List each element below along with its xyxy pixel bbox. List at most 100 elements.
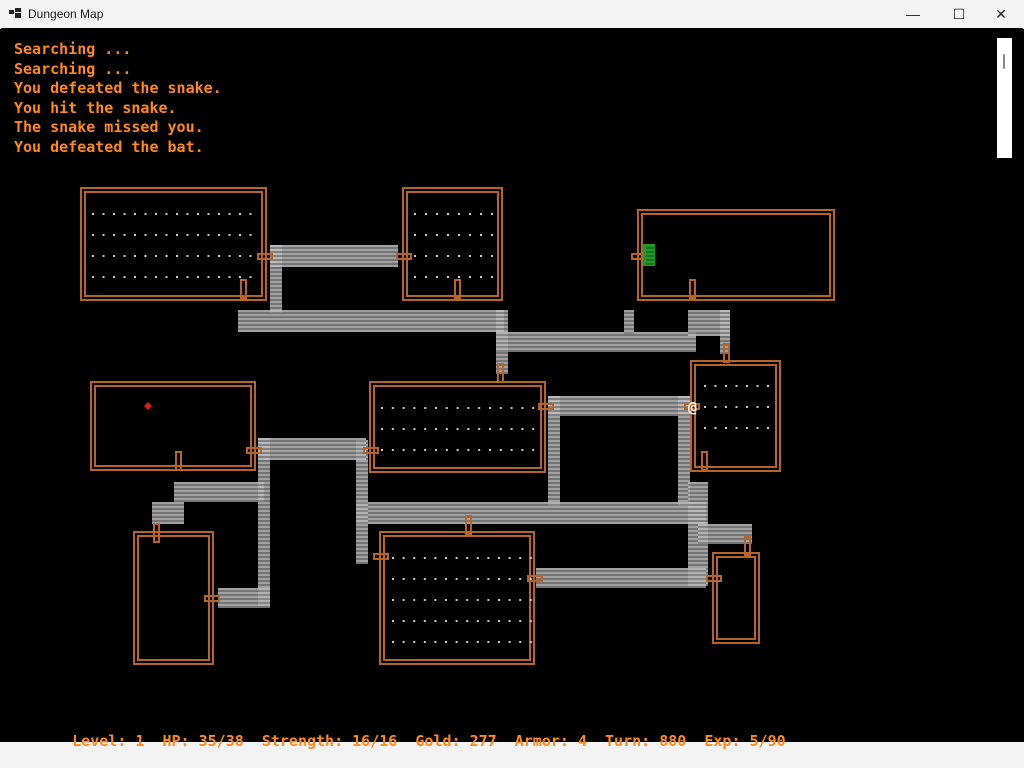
floor-dot (425, 255, 427, 257)
floor-dot (413, 557, 416, 559)
floor-dot (455, 620, 458, 622)
floor-dot (725, 427, 727, 429)
room-wall (641, 213, 831, 297)
gold-value: 277 (469, 732, 497, 750)
floor-dot (413, 599, 416, 601)
floor-dot (381, 407, 383, 409)
floor-dot (519, 620, 522, 622)
turn-value: 880 (659, 732, 687, 750)
room-wall (137, 535, 210, 661)
floor-dot (498, 578, 500, 580)
floor-dot (92, 276, 94, 278)
floor-dot (455, 599, 458, 601)
floor-dot (521, 449, 524, 451)
floor-dot (480, 276, 482, 278)
floor-dot (186, 255, 189, 257)
app-window-icon (9, 8, 21, 18)
floor-dot (476, 620, 479, 622)
floor-dot (424, 449, 427, 451)
floor-dot (165, 255, 168, 257)
floor-dot (92, 234, 94, 236)
floor-dot (186, 213, 189, 215)
floor-dot (425, 276, 427, 278)
floor-dot (113, 255, 115, 257)
maximize-button[interactable]: ☐ (936, 0, 982, 28)
floor-dot (218, 276, 220, 278)
turn-label: Turn: (605, 732, 651, 750)
game-window: Dungeon Map — ☐ ✕ Searching ... Searchin… (0, 0, 1024, 750)
status-bar: Level: 1 HP: 35/38 Strength: 16/16 Gold:… (18, 714, 785, 768)
floor-dot (447, 255, 449, 257)
floor-dot (414, 255, 416, 257)
floor-dot (466, 599, 469, 601)
floor-dot (414, 213, 416, 215)
floor-dot (249, 213, 252, 215)
floor-dot (467, 428, 470, 430)
floor-dot (498, 641, 500, 643)
floor-dot (445, 641, 447, 643)
floor-dot (413, 407, 416, 409)
floor-dot (491, 276, 493, 278)
minimize-button[interactable]: — (890, 0, 936, 28)
floor-dot (498, 620, 500, 622)
room-wall (133, 531, 214, 665)
hp-value: 35/38 (198, 732, 244, 750)
room-wall (373, 385, 542, 469)
floor-dot (445, 407, 448, 409)
minimize-icon: — (906, 6, 920, 22)
floor-dot (480, 255, 482, 257)
corridor (624, 310, 634, 334)
floor-dot (423, 578, 426, 580)
floor-dot (402, 557, 405, 559)
floor-dot (155, 213, 157, 215)
floor-dot (445, 620, 447, 622)
stairs-icon (643, 244, 655, 266)
floor-dot (414, 276, 416, 278)
floor-dot (508, 599, 511, 601)
floor-dot (767, 385, 769, 387)
room-wall (690, 360, 781, 472)
floor-dot (508, 557, 511, 559)
floor-dot (176, 213, 178, 215)
title-bar[interactable]: Dungeon Map — ☐ ✕ (0, 0, 1024, 29)
room-wall (402, 187, 503, 301)
floor-dot (445, 449, 448, 451)
floor-dot (207, 255, 210, 257)
floor-dot (455, 641, 458, 643)
floor-dot (458, 213, 460, 215)
floor-dot (466, 557, 469, 559)
floor-dot (424, 407, 427, 409)
game-screen[interactable]: Searching ... Searching ... You defeated… (1, 28, 1023, 750)
floor-dot (134, 234, 136, 236)
floor-dot (478, 428, 481, 430)
floor-dot (498, 557, 500, 559)
floor-dot (498, 599, 500, 601)
floor-dot (725, 385, 727, 387)
hp-label: HP: (162, 732, 190, 750)
floor-dot (425, 213, 427, 215)
maximize-icon: ☐ (952, 5, 966, 22)
floor-dot (92, 255, 94, 257)
room-wall (94, 385, 252, 467)
floor-dot (197, 255, 199, 257)
floor-dot (455, 557, 458, 559)
floor-dot (445, 599, 447, 601)
close-button[interactable]: ✕ (978, 0, 1024, 28)
room-wall (379, 531, 535, 665)
floor-dot (487, 620, 490, 622)
floor-dot (519, 641, 522, 643)
floor-dot (447, 234, 449, 236)
floor-dot (134, 255, 136, 257)
floor-dot (113, 276, 115, 278)
floor-dot (176, 255, 178, 257)
floor-dot (714, 406, 717, 408)
floor-dot (476, 641, 479, 643)
floor-dot (176, 234, 178, 236)
floor-dot (424, 428, 427, 430)
floor-dot (714, 427, 717, 429)
floor-dot (529, 557, 532, 559)
window-title: Dungeon Map (28, 7, 104, 21)
floor-dot (165, 213, 168, 215)
floor-dot (735, 406, 738, 408)
floor-dot (381, 449, 383, 451)
